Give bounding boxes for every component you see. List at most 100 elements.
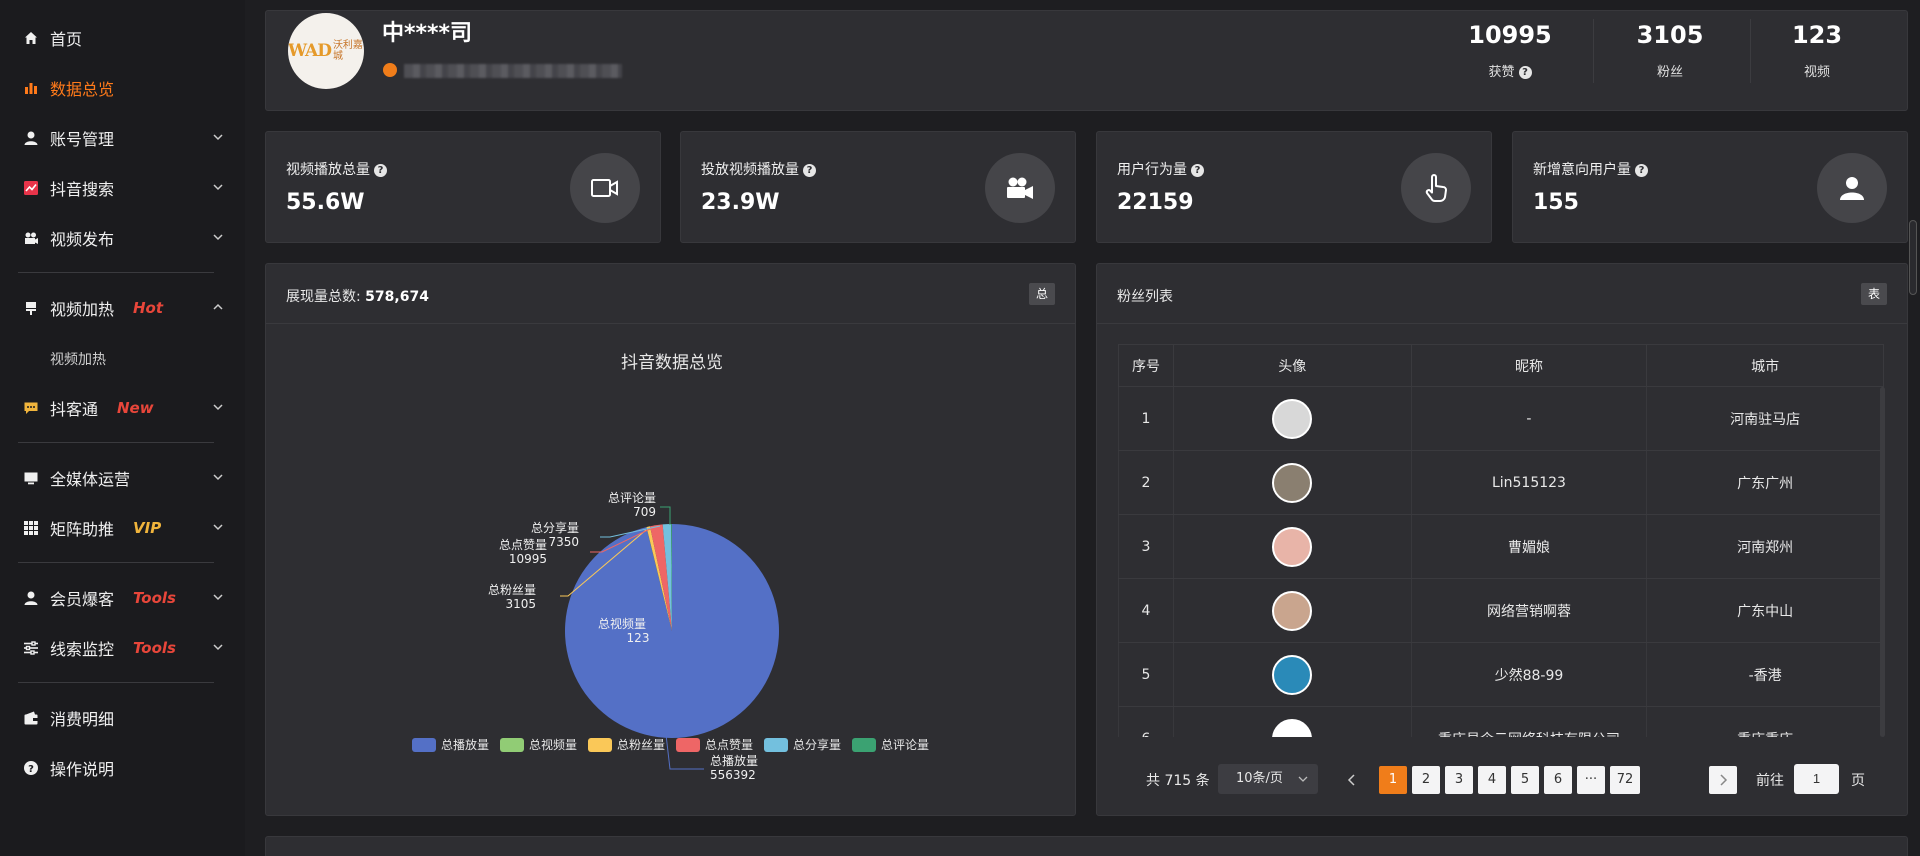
chevron-down-icon bbox=[213, 234, 223, 241]
sidebar-item-douyin-search[interactable]: 抖音搜索 bbox=[0, 168, 245, 208]
legend-item[interactable]: 总播放量 bbox=[412, 737, 489, 752]
prev-page-icon[interactable] bbox=[1347, 774, 1357, 786]
tools-badge: Tools bbox=[133, 639, 176, 657]
account-avatar: WAD 沃利嘉城 bbox=[288, 13, 364, 89]
legend-item[interactable]: 总评论量 bbox=[852, 738, 929, 752]
movie-camera-icon bbox=[1007, 177, 1033, 199]
sidebar-item-member-leads[interactable]: 会员爆客 Tools bbox=[0, 578, 245, 618]
pie-slice[interactable] bbox=[565, 524, 780, 738]
page-button[interactable]: 6 bbox=[1544, 766, 1572, 794]
sidebar-item-data-overview[interactable]: 数据总览 bbox=[0, 68, 245, 108]
table-scrollbar[interactable] bbox=[1880, 387, 1885, 737]
row-nickname: 少然88-99 bbox=[1410, 642, 1648, 707]
chevron-down-icon bbox=[213, 134, 223, 141]
new-badge: New bbox=[117, 399, 154, 417]
page-button[interactable]: 3 bbox=[1445, 766, 1473, 794]
legend-swatch bbox=[412, 738, 436, 752]
row-avatar-cell bbox=[1172, 450, 1412, 515]
chevron-down-icon bbox=[213, 644, 223, 651]
sidebar-item-help[interactable]: ? 操作说明 bbox=[0, 748, 245, 788]
sidebar-item-billing[interactable]: 消费明细 bbox=[0, 698, 245, 738]
help-icon[interactable]: ? bbox=[803, 164, 816, 177]
page-button[interactable]: 4 bbox=[1478, 766, 1506, 794]
table-badge[interactable]: 表 bbox=[1861, 283, 1887, 305]
sidebar-item-label: 视频发布 bbox=[50, 230, 115, 249]
table-row: 1 - 河南驻马店 bbox=[1118, 386, 1884, 451]
legend-swatch bbox=[588, 738, 612, 752]
sidebar-item-label: 视频加热 bbox=[50, 300, 115, 319]
sidebar-item-label: 线索监控 bbox=[50, 640, 115, 659]
fans-table-wrapper[interactable]: 序号 头像 昵称 城市 1 - 河南驻马店 2 Lin515123 广东广州 3 曹媚娘 河南郑… bbox=[1118, 344, 1884, 737]
legend-item[interactable]: 总分享量 bbox=[764, 737, 841, 752]
avatar[interactable] bbox=[1272, 398, 1313, 439]
sidebar-item-doukketong[interactable]: 抖客通 New bbox=[0, 388, 245, 428]
row-city: 河南郑州 bbox=[1646, 514, 1884, 579]
column-header-index: 序号 bbox=[1118, 344, 1174, 387]
row-city: 重庆重庆 bbox=[1646, 706, 1884, 737]
profile-card: WAD 沃利嘉城 中****司 10995 获赞? 3105 粉丝 123 视频 bbox=[265, 10, 1908, 111]
avatar[interactable] bbox=[1272, 526, 1313, 567]
verified-icon bbox=[383, 63, 397, 77]
page-scrollbar[interactable] bbox=[1909, 220, 1917, 295]
chat-icon bbox=[24, 402, 38, 414]
total-badge[interactable]: 总 bbox=[1029, 283, 1055, 305]
help-icon[interactable]: ? bbox=[1635, 164, 1648, 177]
row-avatar-cell bbox=[1172, 706, 1412, 737]
help-icon[interactable]: ? bbox=[1191, 164, 1204, 177]
sidebar-item-video-publish[interactable]: 视频发布 bbox=[0, 218, 245, 258]
sidebar-item-label: 消费明细 bbox=[50, 710, 115, 729]
sliders-icon bbox=[24, 641, 38, 655]
page-button[interactable]: 72 bbox=[1610, 766, 1640, 794]
page-ellipsis[interactable]: ··· bbox=[1577, 766, 1605, 794]
monitor-icon bbox=[24, 472, 38, 485]
avatar[interactable] bbox=[1272, 590, 1313, 631]
sidebar-divider bbox=[18, 562, 214, 563]
help-icon[interactable]: ? bbox=[374, 164, 387, 177]
person-icon bbox=[1840, 177, 1864, 200]
legend-item[interactable]: 总视频量 bbox=[500, 737, 577, 752]
column-header-nickname: 昵称 bbox=[1410, 344, 1648, 387]
next-page-button[interactable] bbox=[1709, 766, 1737, 794]
sidebar-item-lead-monitor[interactable]: 线索监控 Tools bbox=[0, 628, 245, 668]
page-button[interactable]: 5 bbox=[1511, 766, 1539, 794]
stat-likes: 10995 获赞? bbox=[1468, 21, 1552, 80]
legend-item[interactable]: 总粉丝量 bbox=[588, 738, 665, 752]
avatar[interactable] bbox=[1272, 718, 1313, 737]
sidebar-subitem-video-boost[interactable]: 视频加热 bbox=[50, 349, 106, 369]
goto-page-input[interactable] bbox=[1794, 764, 1839, 794]
table-header-row: 序号 头像 昵称 城市 bbox=[1118, 344, 1884, 387]
row-avatar-cell bbox=[1172, 514, 1412, 579]
page-button[interactable]: 2 bbox=[1412, 766, 1440, 794]
avatar[interactable] bbox=[1272, 654, 1313, 695]
legend-item[interactable]: 总点赞量 bbox=[676, 738, 753, 752]
pie-label-line bbox=[660, 506, 671, 525]
avatar[interactable] bbox=[1272, 462, 1313, 503]
sidebar-item-account[interactable]: 账号管理 bbox=[0, 118, 245, 158]
pie-label-name: 总分享量 bbox=[531, 520, 579, 535]
sidebar-item-matrix-boost[interactable]: 矩阵助推 VIP bbox=[0, 508, 245, 548]
page-button[interactable]: 1 bbox=[1379, 766, 1407, 794]
panel-title: 粉丝列表 bbox=[1117, 289, 1173, 305]
vip-badge: VIP bbox=[133, 519, 162, 537]
hot-badge: Hot bbox=[133, 299, 164, 317]
legend-label: 总分享量 bbox=[793, 737, 841, 752]
table-row: 4 网络营销啊蓉 广东中山 bbox=[1118, 578, 1884, 643]
chevron-down-icon bbox=[213, 594, 223, 601]
page-size-select[interactable]: 10条/页 bbox=[1218, 764, 1318, 794]
pie-label-value: 10995 bbox=[509, 552, 547, 566]
sidebar-item-all-media[interactable]: 全媒体运营 bbox=[0, 458, 245, 498]
sidebar-item-video-boost[interactable]: 视频加热 Hot bbox=[0, 288, 245, 328]
row-index: 4 bbox=[1118, 578, 1174, 643]
row-avatar-cell bbox=[1172, 578, 1412, 643]
help-icon[interactable]: ? bbox=[1518, 66, 1532, 79]
pie-label-name: 总点赞量 bbox=[499, 538, 547, 552]
goto-label: 前往 bbox=[1756, 773, 1784, 789]
flag-icon bbox=[26, 302, 36, 315]
column-header-city: 城市 bbox=[1646, 344, 1884, 387]
help-icon: ? bbox=[24, 761, 38, 775]
sidebar-item-home[interactable]: 首页 bbox=[0, 18, 245, 58]
pie-label-value: 556392 bbox=[710, 768, 756, 782]
sidebar-item-label: 抖客通 bbox=[50, 400, 99, 419]
fans-table: 序号 头像 昵称 城市 1 - 河南驻马店 2 Lin515123 广东广州 3 曹媚娘 河南郑… bbox=[1118, 344, 1884, 737]
row-avatar-cell bbox=[1172, 386, 1412, 451]
